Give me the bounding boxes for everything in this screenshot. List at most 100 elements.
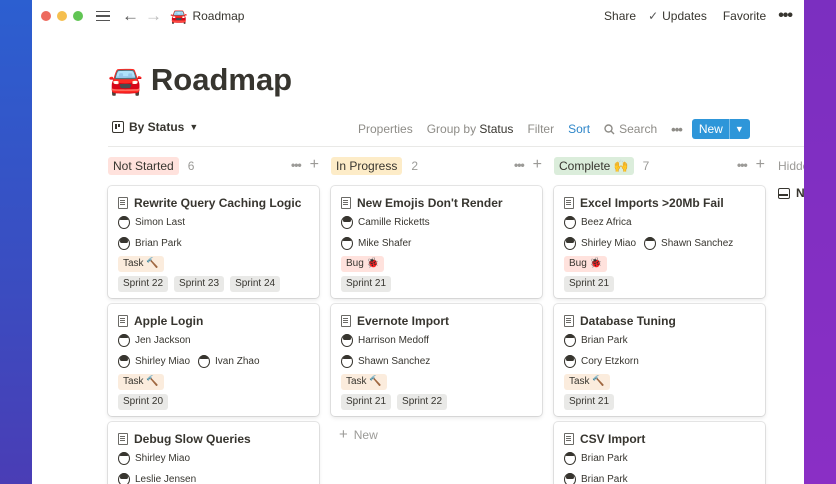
group-by-button[interactable]: Group by Status <box>427 122 514 136</box>
avatar-icon <box>341 216 353 229</box>
column-status-tag[interactable]: In Progress <box>331 157 403 175</box>
column-add-icon[interactable]: + <box>756 157 765 173</box>
avatar-icon <box>341 355 353 368</box>
card-title: Apple Login <box>118 313 309 329</box>
assignee: Shirley Miao <box>118 452 190 465</box>
favorite-button[interactable]: Favorite <box>723 9 766 23</box>
new-dropdown-chevron-icon[interactable]: ▼ <box>728 119 750 139</box>
new-button-label[interactable]: New <box>692 119 729 139</box>
board-card[interactable]: Evernote Import Harrison Medoff Shawn Sanc… <box>331 304 542 416</box>
board-column: Complete 🙌 7 ••• + Excel Imports >20Mb Fail B… <box>554 156 767 484</box>
avatar-icon <box>564 334 576 347</box>
column-more-icon[interactable]: ••• <box>514 158 525 172</box>
assignee-row: Shirley Miao Ivan Zhao <box>118 352 309 371</box>
board-card[interactable]: Database Tuning Brian Park Cory Etzkorn Tas… <box>554 304 765 416</box>
window-controls <box>41 11 83 21</box>
column-more-icon[interactable]: ••• <box>291 158 302 172</box>
view-selector[interactable]: By Status ▼ <box>112 120 198 134</box>
sprint-tag: Sprint 21 <box>341 394 392 410</box>
page-doc-icon <box>564 433 574 445</box>
card-title: Database Tuning <box>564 313 755 329</box>
assignee-row: Cory Etzkorn <box>564 352 755 371</box>
sprint-row: Sprint 21 <box>341 275 532 293</box>
filter-button[interactable]: Filter <box>527 122 554 136</box>
assignee-row: Brian Park <box>564 331 755 350</box>
board-card[interactable]: Debug Slow Queries Shirley Miao Leslie Jen… <box>108 422 319 484</box>
board-card[interactable]: Rewrite Query Caching Logic Simon Last Bri… <box>108 186 319 298</box>
card-title-text: Debug Slow Queries <box>134 432 251 446</box>
sprint-tag: Sprint 21 <box>564 394 615 410</box>
sprint-tag: Sprint 22 <box>397 394 448 410</box>
board-column: In Progress 2 ••• + New Emojis Don't Render C… <box>331 156 544 443</box>
properties-button[interactable]: Properties <box>358 122 413 136</box>
assignee: Shawn Sanchez <box>644 237 733 250</box>
breadcrumb-page-title[interactable]: Roadmap <box>192 9 244 23</box>
card-title-text: CSV Import <box>580 432 646 446</box>
assignee: Harrison Medoff <box>341 334 429 347</box>
sort-button[interactable]: Sort <box>568 122 590 136</box>
type-tag: Task 🔨 <box>564 374 610 390</box>
page-doc-icon <box>564 197 574 209</box>
column-more-icon[interactable]: ••• <box>737 158 748 172</box>
type-tag: Bug 🐞 <box>564 256 608 272</box>
inbox-icon <box>778 187 790 199</box>
minimize-window-button[interactable] <box>57 11 67 21</box>
hidden-groups-column: Hidde N <box>778 156 804 200</box>
column-add-icon[interactable]: + <box>533 157 542 173</box>
assignee-name: Beez Africa <box>581 217 632 228</box>
breadcrumb-page-icon: 🚘 <box>170 7 188 24</box>
column-status-tag[interactable]: Complete 🙌 <box>554 157 634 175</box>
board-card[interactable]: Excel Imports >20Mb Fail Beez Africa Shirl… <box>554 186 765 298</box>
assignee-row: Brian Park <box>564 449 755 468</box>
avatar-icon <box>118 355 130 368</box>
hidden-group-label: N <box>796 186 804 200</box>
sprint-row: Sprint 20 <box>118 393 309 411</box>
column-tools: ••• + <box>514 157 542 173</box>
add-card-button[interactable]: + New <box>339 426 378 443</box>
column-tools: ••• + <box>737 157 765 173</box>
close-window-button[interactable] <box>41 11 51 21</box>
assignee: Leslie Jensen <box>118 473 196 484</box>
board-card[interactable]: Apple Login Jen Jackson Shirley Miao Ivan Z… <box>108 304 319 416</box>
page-title-text[interactable]: Roadmap <box>151 62 292 98</box>
page-icon[interactable]: 🚘 <box>108 64 143 97</box>
column-status-tag[interactable]: Not Started <box>108 157 179 175</box>
avatar-icon <box>118 237 130 250</box>
hidden-group-item[interactable]: N <box>778 186 804 200</box>
assignee-row: Jen Jackson <box>118 331 309 350</box>
sprint-tag: Sprint 20 <box>118 394 169 410</box>
assignee-row: Harrison Medoff <box>341 331 532 350</box>
board-card[interactable]: CSV Import Brian Park Brian Park <box>554 422 765 484</box>
sidebar-menu-icon[interactable] <box>96 10 110 22</box>
sprint-row: Sprint 21 <box>564 393 755 411</box>
updates-button[interactable]: ✓ Updates <box>648 9 707 23</box>
more-options-icon[interactable]: ••• <box>778 7 793 25</box>
column-add-icon[interactable]: + <box>310 157 319 173</box>
assignee-row: Mike Shafer <box>341 234 532 253</box>
assignee: Brian Park <box>564 473 628 484</box>
maximize-window-button[interactable] <box>73 11 83 21</box>
card-title-text: Database Tuning <box>580 314 676 328</box>
assignee: Brian Park <box>118 237 182 250</box>
card-title-text: Rewrite Query Caching Logic <box>134 196 302 210</box>
avatar-icon <box>564 355 576 368</box>
share-button[interactable]: Share <box>604 9 636 23</box>
view-more-icon[interactable]: ••• <box>671 122 683 137</box>
card-title: Debug Slow Queries <box>118 431 309 447</box>
page-doc-icon <box>341 197 351 209</box>
new-button[interactable]: New ▼ <box>691 119 750 139</box>
card-title: Excel Imports >20Mb Fail <box>564 195 755 211</box>
sprint-row: Sprint 22 Sprint 23 Sprint 24 <box>118 275 309 293</box>
assignee: Shirley Miao <box>564 237 636 250</box>
forward-arrow-icon[interactable]: → <box>145 6 162 26</box>
add-card-label: New <box>353 427 378 442</box>
avatar-icon <box>564 452 576 465</box>
assignee-name: Leslie Jensen <box>135 474 197 484</box>
hidden-groups-label[interactable]: Hidde <box>778 156 804 176</box>
group-by-prefix: Group by <box>426 122 477 136</box>
search-button[interactable]: Search <box>604 122 657 136</box>
back-arrow-icon[interactable]: ← <box>122 6 139 26</box>
avatar-icon <box>564 473 576 484</box>
page-doc-icon <box>564 315 574 327</box>
board-card[interactable]: New Emojis Don't Render Camille Ricketts M… <box>331 186 542 298</box>
